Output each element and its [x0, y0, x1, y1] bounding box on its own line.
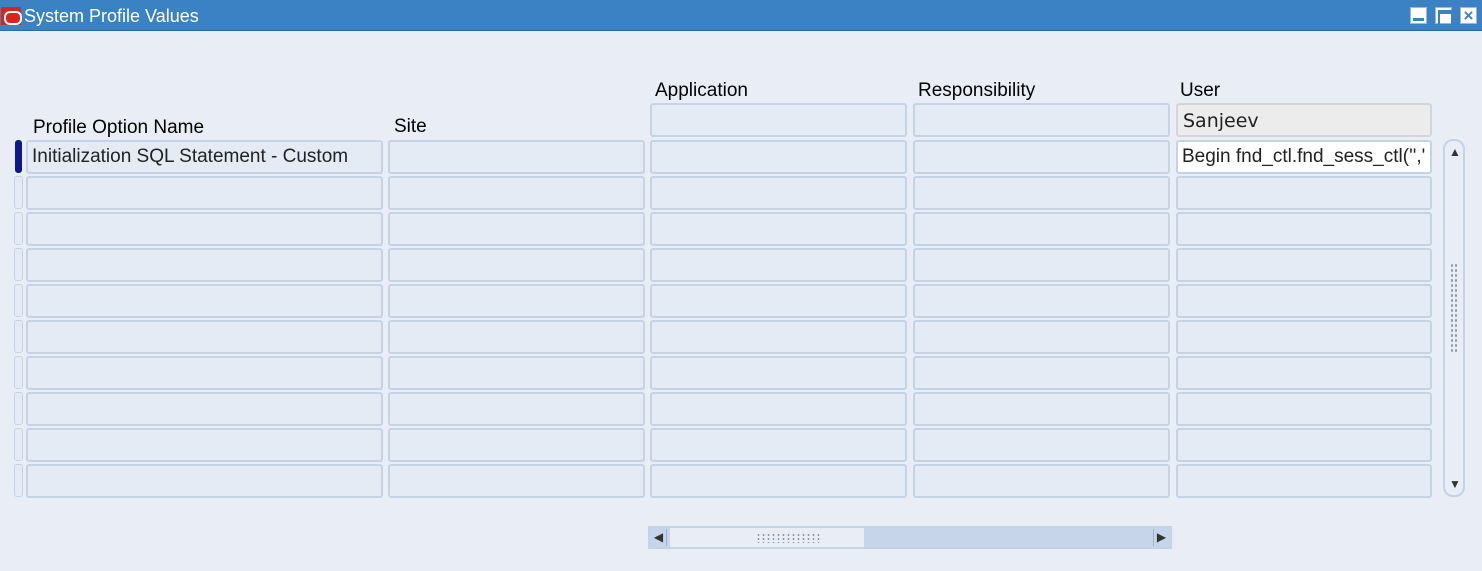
profile-option-name-cell[interactable] — [26, 284, 383, 318]
user-cell[interactable] — [1176, 212, 1432, 246]
profile-option-name-cell[interactable] — [26, 248, 383, 282]
scroll-up-icon[interactable]: ▲ — [1448, 145, 1462, 159]
responsibility-cell[interactable] — [913, 320, 1170, 354]
profile-option-name-cell[interactable] — [26, 428, 383, 462]
header-user: User — [1180, 80, 1221, 101]
responsibility-cell[interactable] — [913, 212, 1170, 246]
context-responsibility-field[interactable] — [913, 103, 1170, 137]
site-cell[interactable] — [388, 284, 645, 318]
responsibility-cell[interactable] — [913, 176, 1170, 210]
user-cell[interactable] — [1176, 284, 1432, 318]
user-cell[interactable] — [1176, 248, 1432, 282]
header-profile-option-name: Profile Option Name — [33, 117, 205, 138]
user-cell[interactable] — [1176, 320, 1432, 354]
row-indicator[interactable] — [14, 428, 23, 461]
site-cell[interactable] — [388, 212, 645, 246]
oracle-logo-icon — [1, 7, 22, 25]
responsibility-cell[interactable] — [913, 248, 1170, 282]
profile-option-name-cell[interactable] — [26, 212, 383, 246]
scroll-right-icon[interactable]: ▶ — [1153, 529, 1169, 546]
maximize-icon[interactable] — [1435, 7, 1453, 27]
header-site: Site — [394, 116, 427, 137]
site-cell[interactable] — [388, 176, 645, 210]
user-cell[interactable]: Begin fnd_ctl.fnd_sess_ctl('',' — [1176, 140, 1432, 174]
row-indicator[interactable] — [14, 464, 23, 497]
responsibility-cell[interactable] — [913, 428, 1170, 462]
site-cell[interactable] — [388, 140, 645, 174]
user-cell[interactable] — [1176, 356, 1432, 390]
scroll-left-icon[interactable]: ◀ — [651, 529, 667, 546]
vertical-scrollbar[interactable]: ▲ ▼ — [1443, 139, 1465, 497]
row-indicator[interactable] — [14, 392, 23, 425]
application-cell[interactable] — [650, 212, 907, 246]
row-indicator[interactable] — [14, 248, 23, 281]
row-indicator[interactable] — [14, 284, 23, 317]
context-user-field[interactable]: Sanjeev — [1176, 103, 1432, 137]
user-cell[interactable] — [1176, 464, 1432, 498]
site-cell[interactable] — [388, 320, 645, 354]
site-cell[interactable] — [388, 356, 645, 390]
horizontal-scrollbar[interactable]: ◀ ▶ — [648, 526, 1172, 549]
user-cell[interactable] — [1176, 392, 1432, 426]
user-cell[interactable] — [1176, 176, 1432, 210]
application-cell[interactable] — [650, 392, 907, 426]
application-cell[interactable] — [650, 176, 907, 210]
profile-option-name-cell[interactable] — [26, 176, 383, 210]
application-cell[interactable] — [650, 140, 907, 174]
header-responsibility: Responsibility — [918, 80, 1036, 101]
site-cell[interactable] — [388, 464, 645, 498]
site-cell[interactable] — [388, 248, 645, 282]
row-indicator[interactable] — [14, 176, 23, 209]
profile-option-name-cell[interactable] — [26, 464, 383, 498]
scroll-thumb[interactable] — [670, 528, 864, 547]
header-application: Application — [655, 80, 748, 101]
responsibility-cell[interactable] — [913, 356, 1170, 390]
application-cell[interactable] — [650, 464, 907, 498]
row-indicator[interactable] — [14, 320, 23, 353]
application-cell[interactable] — [650, 356, 907, 390]
site-cell[interactable] — [388, 392, 645, 426]
title-bar: System Profile Values × — [0, 0, 1482, 31]
profile-option-name-cell[interactable] — [26, 320, 383, 354]
row-indicator[interactable] — [14, 212, 23, 245]
responsibility-cell[interactable] — [913, 140, 1170, 174]
context-application-field[interactable] — [650, 103, 907, 137]
profile-option-name-cell[interactable] — [26, 392, 383, 426]
responsibility-cell[interactable] — [913, 464, 1170, 498]
application-cell[interactable] — [650, 320, 907, 354]
application-cell[interactable] — [650, 428, 907, 462]
profile-option-name-cell[interactable]: Initialization SQL Statement - Custom — [26, 140, 383, 174]
application-cell[interactable] — [650, 248, 907, 282]
scroll-grip[interactable] — [1450, 263, 1458, 353]
application-cell[interactable] — [650, 284, 907, 318]
responsibility-cell[interactable] — [913, 284, 1170, 318]
scroll-grip — [756, 533, 822, 543]
profile-option-name-cell[interactable] — [26, 356, 383, 390]
row-indicator[interactable] — [15, 140, 22, 173]
site-cell[interactable] — [388, 428, 645, 462]
window-title: System Profile Values — [24, 6, 199, 26]
user-cell[interactable] — [1176, 428, 1432, 462]
scroll-down-icon[interactable]: ▼ — [1448, 477, 1462, 491]
minimize-icon[interactable] — [1410, 7, 1427, 24]
row-indicator[interactable] — [14, 356, 23, 389]
responsibility-cell[interactable] — [913, 392, 1170, 426]
close-icon[interactable]: × — [1460, 7, 1477, 24]
